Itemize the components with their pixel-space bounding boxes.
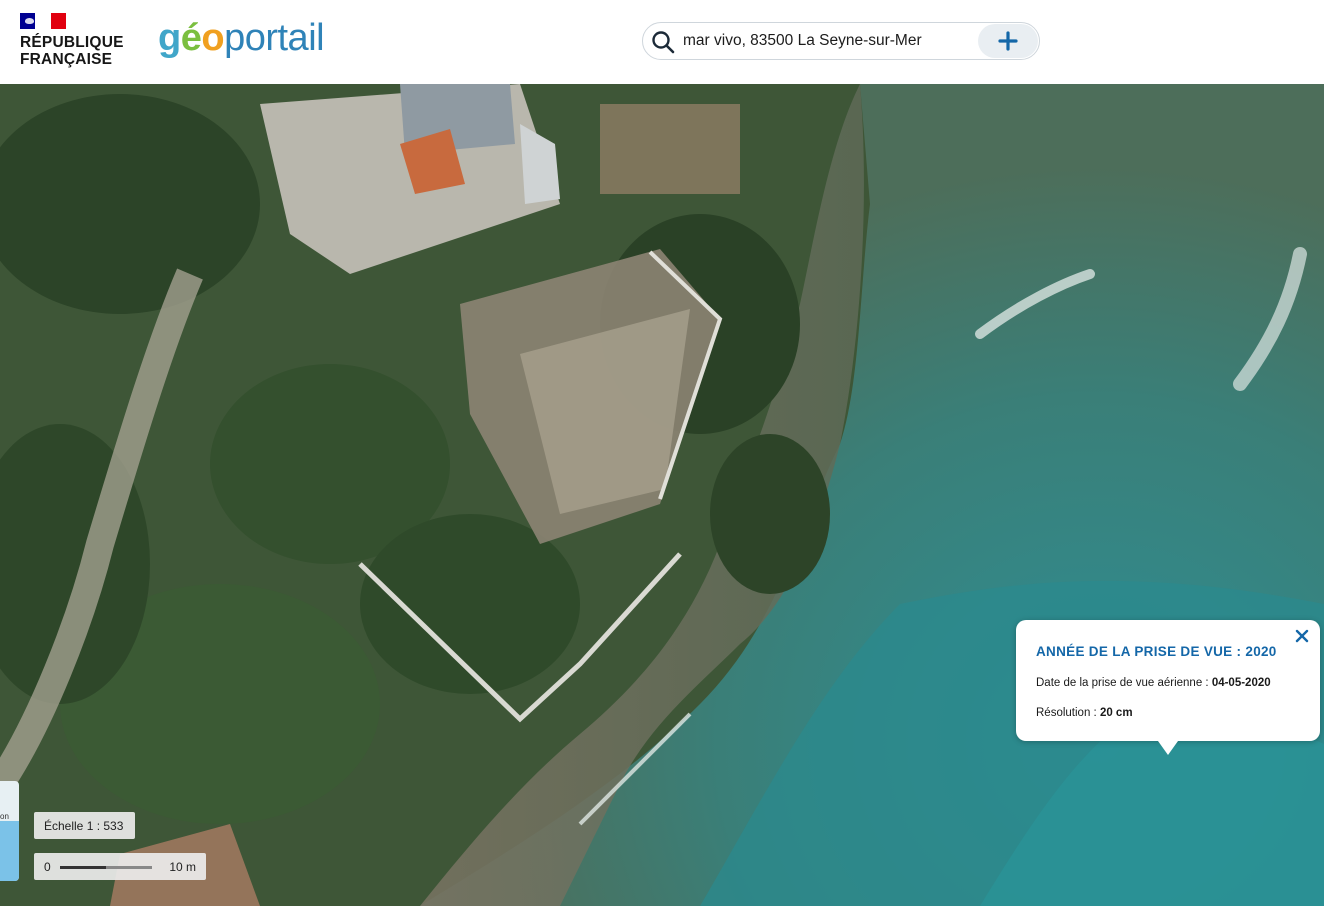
close-icon[interactable]: [1294, 628, 1310, 644]
search-icon[interactable]: [651, 30, 675, 54]
photo-info-popup: ANNÉE DE LA PRISE DE VUE : 2020 Date de …: [1016, 620, 1320, 755]
popup-date-label: Date de la prise de vue aérienne :: [1036, 677, 1212, 689]
scale-bar-start: 0: [44, 860, 51, 874]
republique-francaise-text: RÉPUBLIQUE FRANÇAISE: [20, 34, 130, 68]
minimap-label: on: [0, 812, 9, 821]
popup-resolution-line: Résolution : 20 cm: [1036, 707, 1133, 719]
overview-minimap[interactable]: on: [0, 781, 19, 881]
popup-date-value: 04-05-2020: [1211, 677, 1271, 689]
popup-title: ANNÉE DE LA PRISE DE VUE : 2020: [1036, 644, 1277, 659]
add-button[interactable]: [978, 24, 1038, 58]
marianne-flag-icon: [20, 13, 66, 29]
header: RÉPUBLIQUE FRANÇAISE géoportail: [0, 0, 1324, 84]
popup-resolution-value: 20 cm: [1099, 707, 1133, 719]
logo-letter-o: o: [201, 17, 225, 59]
scale-ratio: Échelle 1 : 533: [34, 812, 135, 839]
popup-resolution-label: Résolution :: [1036, 707, 1100, 719]
logo-word-portail: portail: [224, 17, 325, 59]
plus-icon: [998, 31, 1018, 51]
search-input[interactable]: [683, 29, 968, 53]
popup-date-line: Date de la prise de vue aérienne : 04-05…: [1036, 677, 1271, 689]
logo-letter-g: g: [158, 17, 181, 59]
scale-bar-line: [60, 866, 152, 869]
scale-bar: 0 10 m: [34, 853, 206, 880]
minimap-sea: [0, 821, 19, 881]
search-bar: [642, 22, 1040, 60]
republique-line-2: FRANÇAISE: [20, 51, 113, 68]
geoportail-logo[interactable]: géoportail: [158, 17, 325, 60]
logo-letter-e: é: [180, 17, 202, 59]
map-view[interactable]: on: [0, 84, 1324, 906]
republique-line-1: RÉPUBLIQUE: [20, 34, 124, 51]
scale-bar-end: 10 m: [169, 860, 196, 874]
aerial-imagery: [0, 84, 1324, 906]
republique-francaise-logo[interactable]: RÉPUBLIQUE FRANÇAISE: [20, 13, 130, 73]
